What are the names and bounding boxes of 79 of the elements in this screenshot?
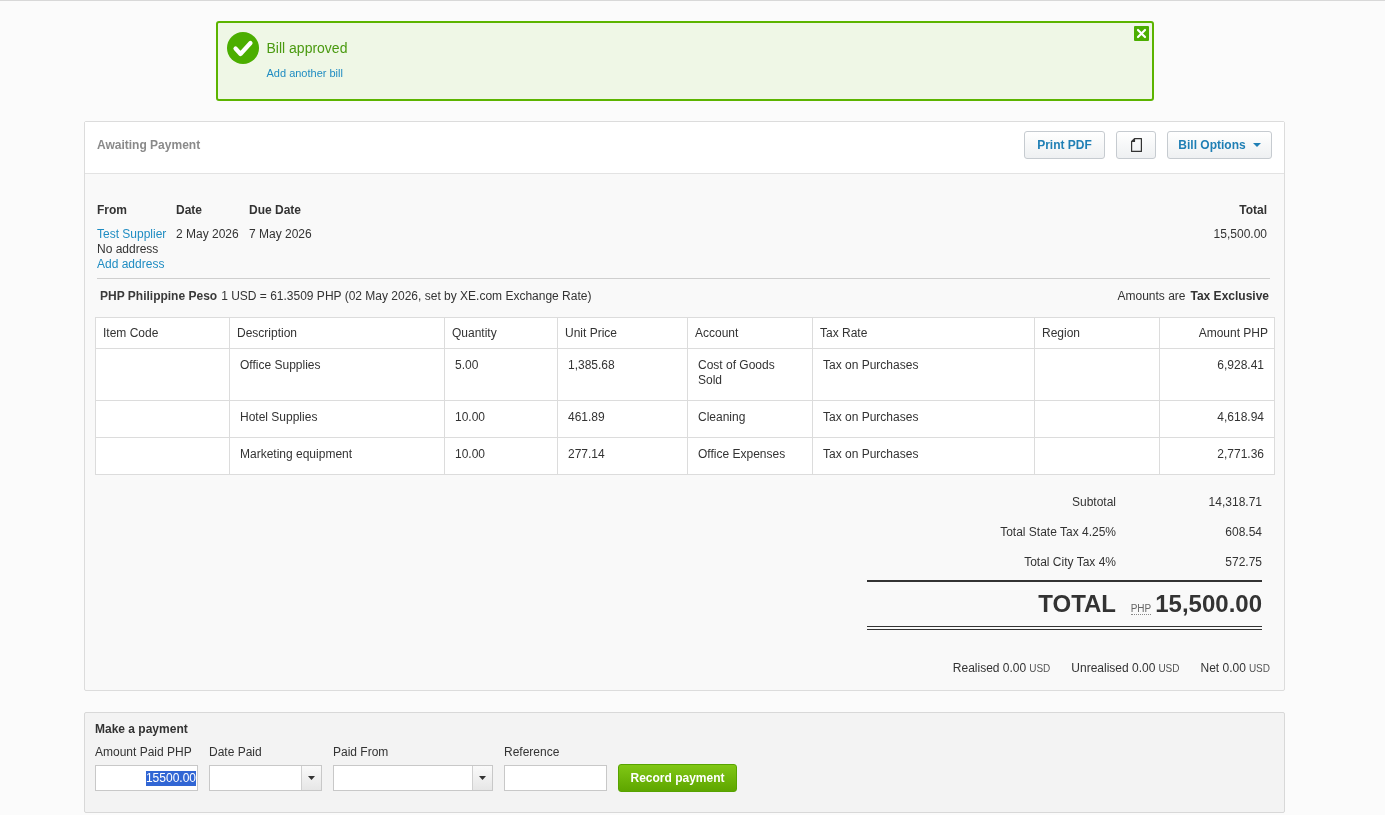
column-header: Account	[695, 325, 739, 340]
caret-icon	[479, 776, 486, 780]
grand-total-label: TOTAL	[1038, 590, 1116, 618]
dropdown-field[interactable]	[333, 765, 493, 791]
total-label: Subtotal	[1071, 494, 1116, 510]
add-another-bill-link[interactable]: Add another bill	[266, 66, 343, 80]
tax-mode-label: Amounts are	[1117, 289, 1186, 304]
close-icon[interactable]	[1133, 26, 1149, 41]
table-cell: Hotel Supplies	[240, 410, 318, 424]
table-cell: Tax on Purchases	[823, 358, 919, 372]
detail-heading: Due Date	[249, 203, 301, 218]
notification-title: Bill approved	[266, 39, 348, 57]
detail-value: 2 May 2026	[176, 227, 239, 242]
currency-code: USD	[1158, 662, 1180, 676]
total-amount: 608.54	[1225, 524, 1262, 540]
currency-name: PHP Philippine Peso	[100, 289, 218, 304]
total-amount: 14,318.71	[1208, 494, 1262, 510]
table-cell: Marketing equipment	[240, 447, 353, 461]
column-header: Unit Price	[565, 325, 617, 340]
table-cell: 277.14	[568, 447, 605, 461]
detail-value: No address	[97, 242, 159, 257]
exchange-rate-text: 1 USD = 61.3509 PHP (02 May 2026, set by XE.com Exchange Rate)	[221, 289, 592, 304]
table-cell: 4,618.94	[1217, 410, 1264, 424]
input-field[interactable]	[504, 765, 607, 791]
table-cell: Office Supplies	[240, 358, 321, 372]
total-value: 15,500.00	[1213, 227, 1267, 242]
column-header: Item Code	[103, 325, 159, 340]
dropdown-toggle[interactable]	[301, 766, 321, 790]
field-label: Reference	[504, 745, 560, 760]
table-cell: Tax on Purchases	[823, 447, 919, 461]
column-header: Description	[237, 325, 298, 340]
currency-code: USD	[1029, 662, 1051, 676]
total-label: Total State Tax 4.25%	[1000, 524, 1116, 540]
text-link[interactable]: Add address	[97, 257, 165, 272]
field-label: Amount Paid PHP	[95, 745, 192, 760]
currency-code: PHP	[1130, 603, 1152, 615]
gain-text: Net 0.00	[1200, 661, 1246, 676]
payment-title: Make a payment	[95, 722, 188, 737]
detail-heading: Date	[176, 203, 202, 218]
table-cell: Office Expenses	[698, 447, 786, 461]
table-cell: Tax on Purchases	[823, 410, 919, 424]
field-label: Paid From	[333, 745, 389, 760]
column-header: Amount PHP	[1198, 325, 1268, 340]
status-label: Awaiting Payment	[97, 137, 201, 153]
detail-heading: From	[97, 203, 127, 218]
table-cell: 5.00	[455, 358, 479, 372]
total-label: Total City Tax 4%	[1024, 554, 1116, 570]
column-header: Quantity	[452, 325, 497, 340]
gain-text: Unrealised 0.00	[1071, 661, 1156, 676]
bill-options-button[interactable]: Bill Options	[1167, 131, 1272, 159]
caret-icon	[1252, 143, 1261, 147]
total-amount: 572.75	[1225, 554, 1262, 570]
table-cell: 10.00	[455, 447, 486, 461]
detail-heading: Total	[1239, 203, 1267, 218]
print-pdf-button[interactable]: Print PDF	[1024, 131, 1105, 159]
detail-value: 7 May 2026	[249, 227, 312, 242]
gain-text: Realised 0.00	[952, 661, 1027, 676]
caret-icon	[308, 776, 315, 780]
column-header: Region	[1042, 325, 1081, 340]
check-circle-icon	[226, 32, 259, 64]
currency-code: USD	[1248, 662, 1270, 676]
table-cell: 2,771.36	[1217, 447, 1264, 461]
dropdown-toggle[interactable]	[472, 766, 492, 790]
document-icon	[1130, 138, 1142, 152]
column-header: Tax Rate	[820, 325, 868, 340]
tax-mode-value: Tax Exclusive	[1190, 289, 1269, 304]
text-link[interactable]: Test Supplier	[97, 227, 167, 242]
table-cell: 1,385.68	[568, 358, 615, 372]
grand-total-amount: 15,500.00	[1155, 590, 1262, 618]
table-cell: 10.00	[455, 410, 486, 424]
dropdown-field[interactable]	[209, 765, 322, 791]
table-cell: Cost of Goods Sold	[698, 358, 775, 387]
record-payment-button[interactable]: Record payment	[618, 764, 737, 792]
table-cell: 461.89	[568, 410, 605, 424]
table-cell: Cleaning	[698, 410, 746, 424]
input-field[interactable]: 15500.00	[95, 765, 198, 791]
field-label: Date Paid	[209, 745, 262, 760]
table-cell: 6,928.41	[1217, 358, 1264, 372]
document-button[interactable]	[1116, 131, 1156, 159]
